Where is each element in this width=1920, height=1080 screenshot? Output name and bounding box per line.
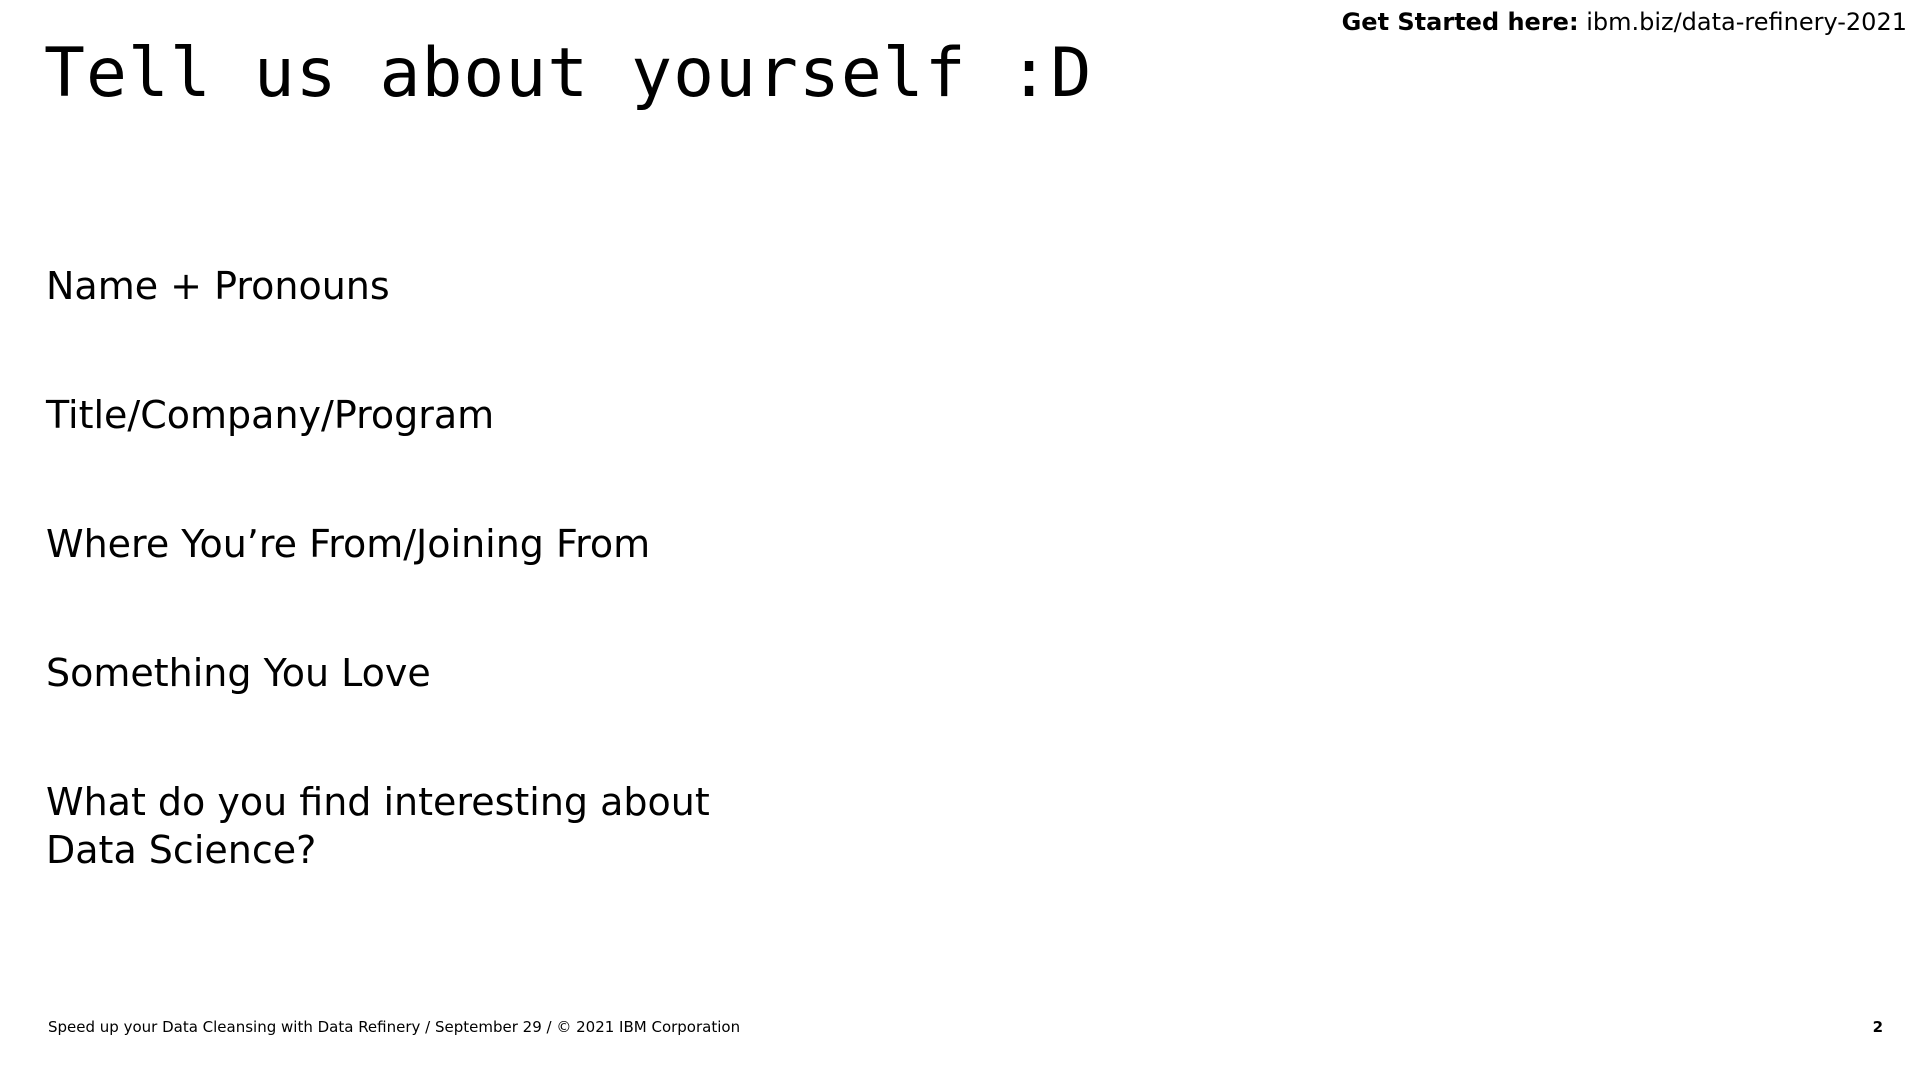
slide-title: Tell us about yourself :D [44,34,1093,113]
prompt-item-data-science-interest: What do you find interesting about Data … [46,780,710,872]
get-started-url[interactable]: ibm.biz/data-refinery-2021 [1586,8,1907,36]
prompt-item-location: Where You’re From/Joining From [46,522,651,566]
prompt-item-title-company: Title/Company/Program [46,393,495,437]
page-number: 2 [1872,1018,1883,1036]
footer-text: Speed up your Data Cleansing with Data R… [48,1018,741,1036]
get-started-label: Get Started here: [1341,8,1579,36]
prompt-item-name-pronouns: Name + Pronouns [46,264,390,308]
slide: Get Started here: ibm.biz/data-refinery-… [0,0,1920,1080]
prompt-item-something-you-love: Something You Love [46,651,431,695]
get-started-link[interactable]: Get Started here: ibm.biz/data-refinery-… [1342,8,1907,36]
